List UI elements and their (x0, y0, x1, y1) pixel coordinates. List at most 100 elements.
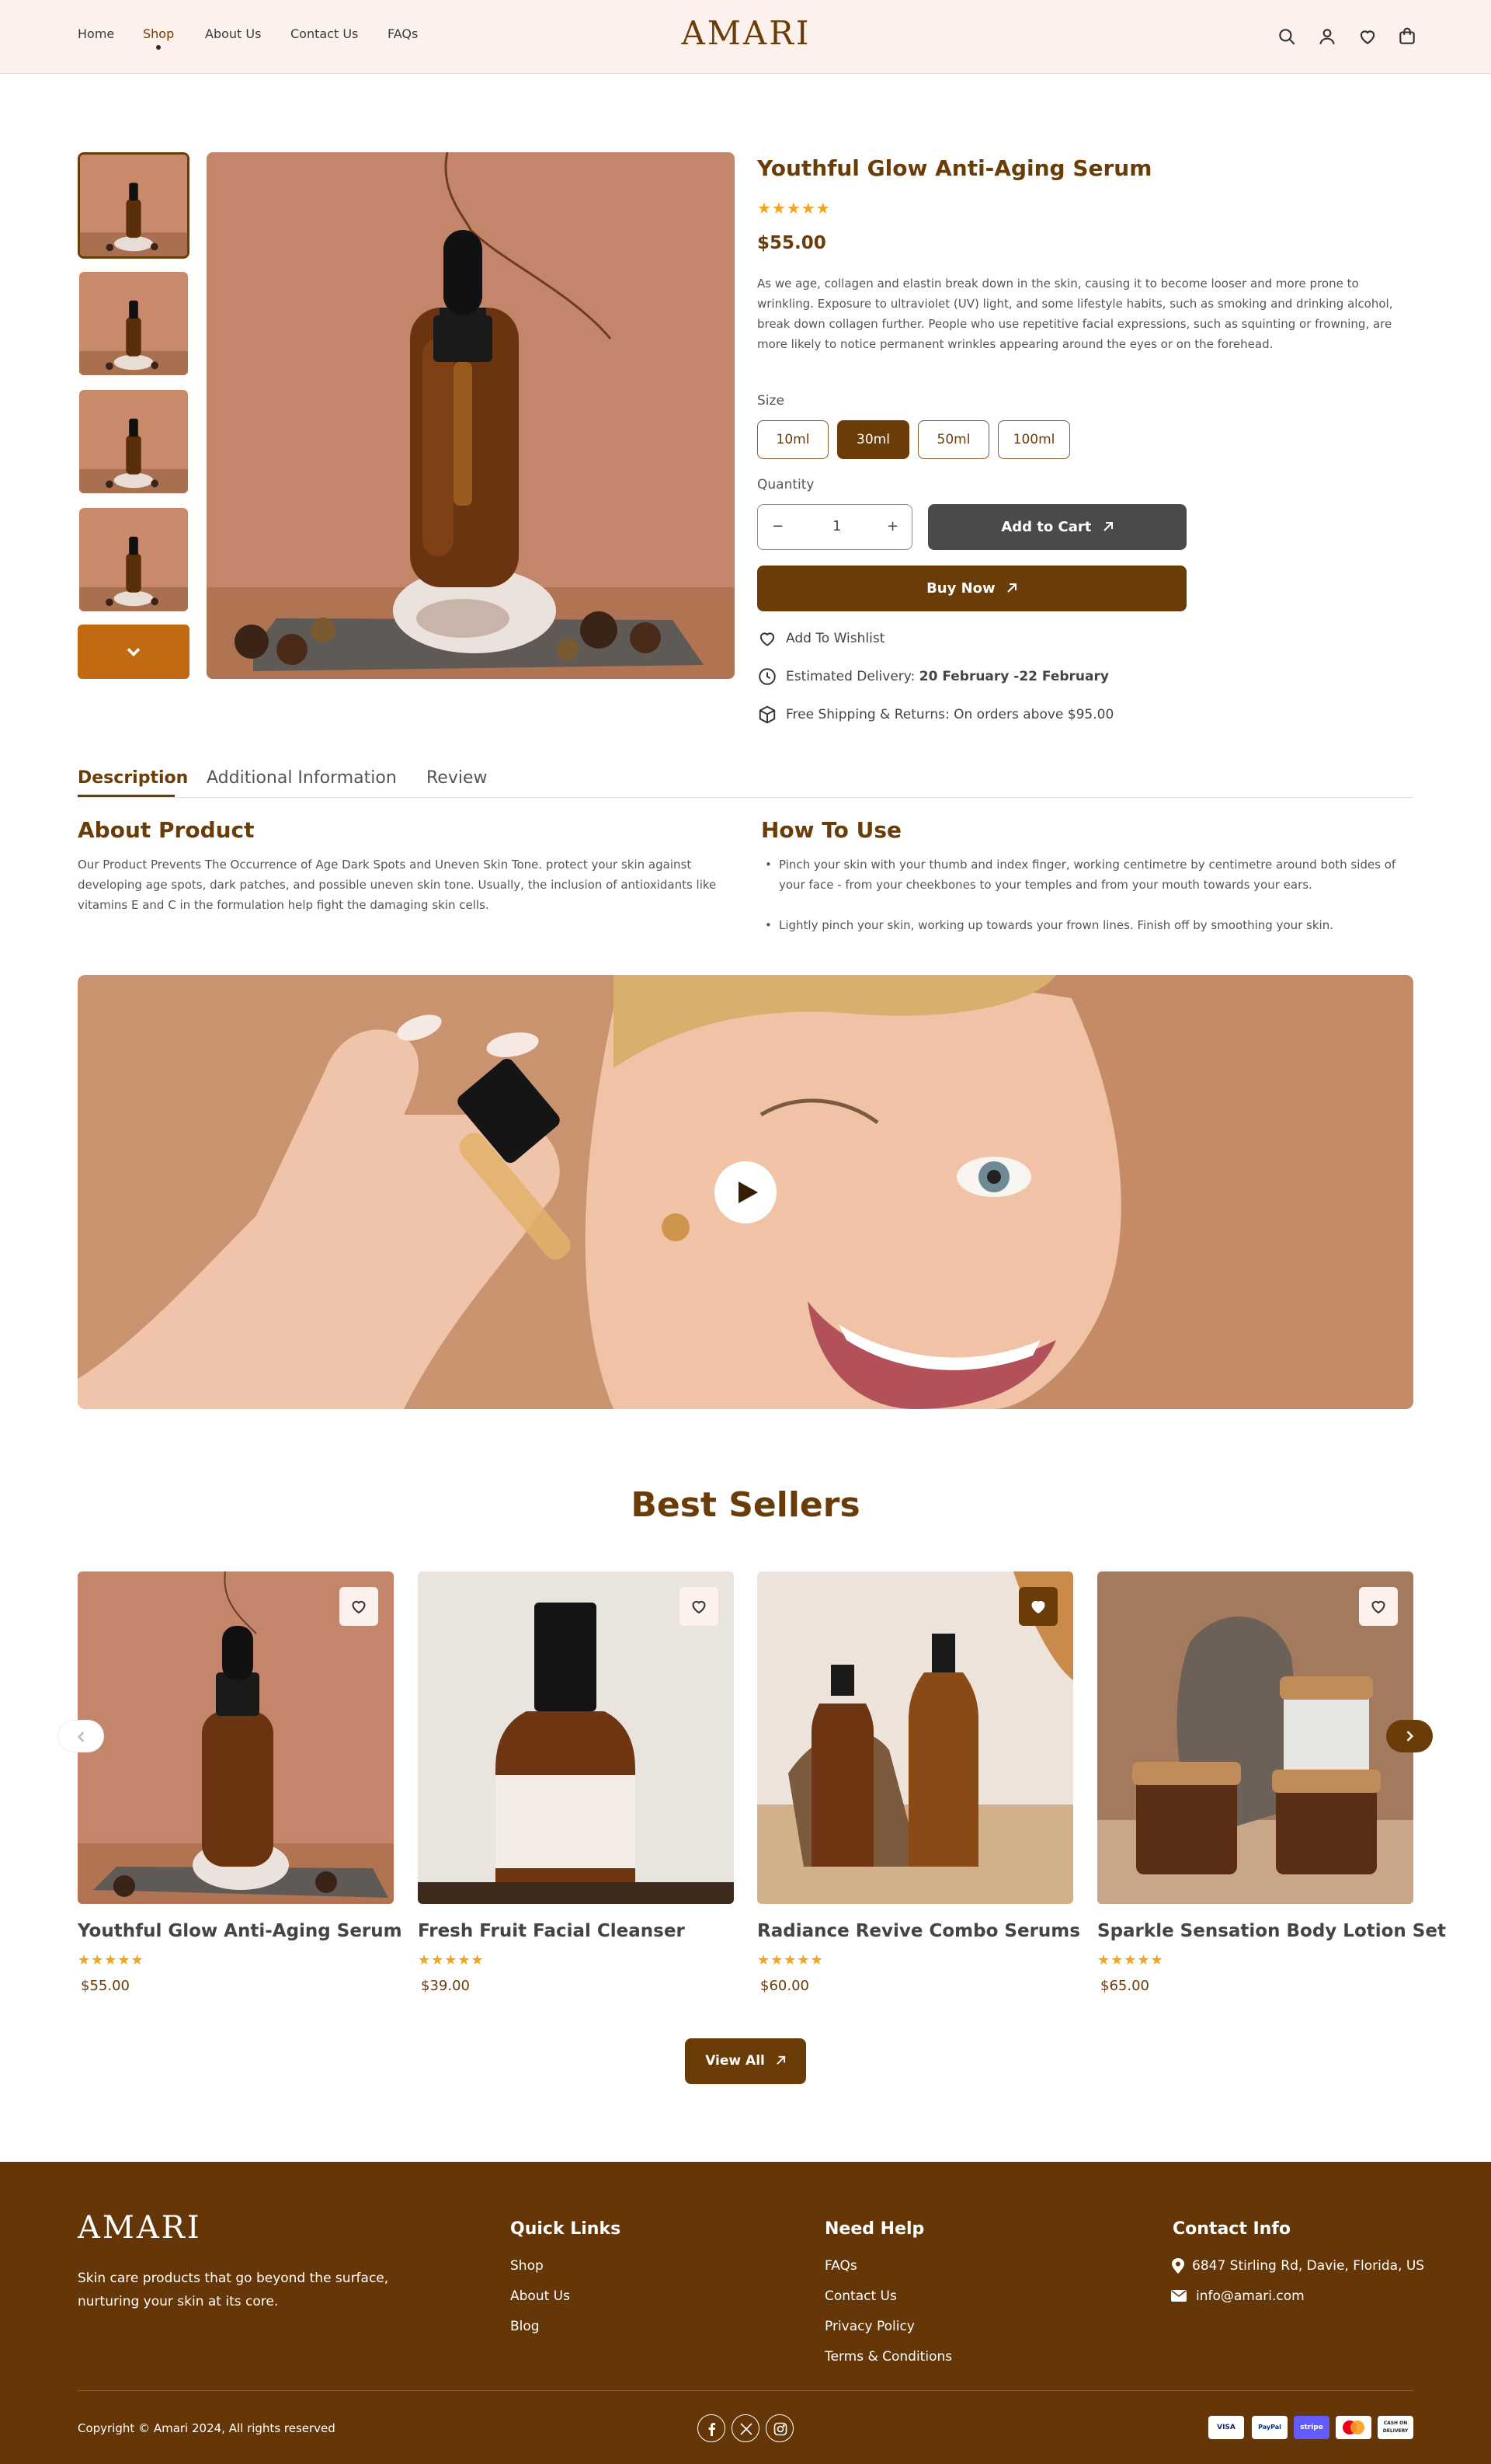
quantity-stepper: − 1 + (757, 504, 912, 550)
carousel-prev-button[interactable] (57, 1720, 104, 1752)
wishlist-button-active[interactable] (1019, 1587, 1058, 1626)
footer-link-about[interactable]: About Us (510, 2288, 570, 2304)
thumbnail-next-button[interactable] (78, 625, 189, 679)
arrow-up-right-icon (1007, 583, 1017, 593)
thumbnail-2[interactable] (78, 270, 189, 377)
site-logo[interactable]: AMARI (680, 14, 812, 52)
footer-link-shop[interactable]: Shop (510, 2258, 544, 2274)
view-all-button[interactable]: View All (685, 2038, 806, 2084)
tabs-divider (78, 797, 1413, 798)
buy-now-button[interactable]: Buy Now (757, 566, 1187, 611)
heart-filled-icon (1031, 1600, 1045, 1614)
active-nav-indicator (156, 45, 161, 50)
heart-icon[interactable] (1357, 26, 1378, 47)
footer-address: 6847 Stirling Rd, Davie, Florida, US (1192, 2258, 1425, 2274)
footer-link-contact[interactable]: Contact Us (825, 2288, 897, 2304)
facebook-icon[interactable] (697, 2414, 725, 2442)
nav-faqs[interactable]: FAQs (388, 26, 418, 41)
product-card-stars: ★★★★★ (418, 1952, 485, 1968)
footer-logo[interactable]: AMARI (78, 2210, 202, 2246)
size-option-10ml[interactable]: 10ml (757, 420, 829, 459)
product-card-title[interactable]: Youthful Glow Anti-Aging Serum (78, 1921, 402, 1941)
footer-link-privacy[interactable]: Privacy Policy (825, 2319, 915, 2334)
chevron-left-icon (77, 1731, 85, 1742)
wishlist-label: Add To Wishlist (786, 631, 885, 646)
quick-links-heading: Quick Links (510, 2219, 621, 2239)
nav-home[interactable]: Home (78, 26, 114, 41)
location-pin-icon (1172, 2258, 1184, 2274)
tab-description[interactable]: Description (78, 768, 188, 788)
quantity-value[interactable]: 1 (832, 518, 841, 534)
clock-icon (759, 668, 776, 685)
thumbnail-1[interactable] (78, 152, 189, 259)
product-card-title[interactable]: Fresh Fruit Facial Cleanser (418, 1921, 685, 1941)
quantity-decrement-button[interactable]: − (772, 518, 784, 534)
product-card-title[interactable]: Sparkle Sensation Body Lotion Set (1097, 1921, 1446, 1941)
how-to-use-step: • Lightly pinch your skin, working up to… (765, 915, 1409, 935)
wishlist-button[interactable] (339, 1587, 378, 1626)
shipping-text: Free Shipping & Returns: On orders above… (786, 707, 1114, 722)
footer-link-terms[interactable]: Terms & Conditions (825, 2349, 952, 2365)
footer-email[interactable]: info@amari.com (1196, 2288, 1305, 2304)
paypal-icon: PayPal (1252, 2416, 1288, 2439)
heart-icon (352, 1600, 366, 1614)
tab-review[interactable]: Review (426, 768, 488, 788)
stripe-icon: stripe (1294, 2416, 1329, 2439)
size-option-100ml[interactable]: 100ml (998, 420, 1070, 459)
product-main-image (207, 152, 735, 679)
chevron-right-icon (1406, 1731, 1414, 1742)
footer-link-faqs[interactable]: FAQs (825, 2258, 857, 2274)
footer-link-blog[interactable]: Blog (510, 2319, 540, 2334)
tab-additional-information[interactable]: Additional Information (207, 768, 397, 788)
view-all-label: View All (705, 2053, 765, 2069)
product-card-title[interactable]: Radiance Revive Combo Serums (757, 1921, 1080, 1941)
instagram-icon[interactable] (766, 2414, 794, 2442)
size-option-50ml[interactable]: 50ml (918, 420, 989, 459)
how-to-use-step: • Pinch your skin with your thumb and in… (765, 854, 1409, 895)
product-card-stars: ★★★★★ (1097, 1952, 1164, 1968)
wishlist-button[interactable] (1359, 1587, 1398, 1626)
delivery-dates: 20 February -22 February (919, 669, 1109, 684)
bullet: • (765, 918, 772, 932)
wishlist-button[interactable] (679, 1587, 718, 1626)
x-twitter-icon[interactable] (732, 2414, 759, 2442)
nav-shop[interactable]: Shop (143, 26, 174, 41)
thumbnail-4[interactable] (78, 506, 189, 613)
visa-icon: VISA (1208, 2416, 1244, 2439)
add-to-cart-label: Add to Cart (1001, 519, 1092, 535)
how-to-use-step-text: Lightly pinch your skin, working up towa… (779, 918, 1334, 932)
size-option-30ml[interactable]: 30ml (837, 420, 909, 459)
user-icon[interactable] (1317, 26, 1337, 47)
heart-icon (1371, 1600, 1385, 1614)
footer-divider (78, 2390, 1413, 2391)
copyright-text: Copyright © Amari 2024, All rights reser… (78, 2421, 335, 2435)
play-video-button[interactable] (714, 1161, 777, 1223)
quantity-label: Quantity (757, 477, 815, 492)
box-icon (759, 705, 776, 724)
cart-icon[interactable] (1397, 26, 1417, 47)
arrow-up-right-icon (1103, 522, 1113, 531)
search-icon[interactable] (1277, 26, 1297, 47)
nav-contact[interactable]: Contact Us (290, 26, 358, 41)
product-card-stars: ★★★★★ (757, 1952, 824, 1968)
product-card-price: $39.00 (421, 1978, 470, 1994)
add-to-cart-button[interactable]: Add to Cart (928, 504, 1187, 550)
heart-icon (759, 632, 775, 646)
buy-now-label: Buy Now (926, 580, 996, 597)
carousel-next-button[interactable] (1386, 1720, 1433, 1752)
quantity-increment-button[interactable]: + (887, 518, 898, 534)
size-label: Size (757, 393, 784, 409)
best-sellers-heading: Best Sellers (631, 1485, 860, 1525)
product-card-price: $60.00 (760, 1978, 809, 1994)
free-shipping-info: Free Shipping & Returns: On orders above… (757, 705, 1145, 726)
contact-info-heading: Contact Info (1173, 2219, 1291, 2239)
delivery-label: Estimated Delivery: (786, 669, 916, 684)
product-card-price: $65.00 (1100, 1978, 1149, 1994)
thumbnail-3[interactable] (78, 388, 189, 495)
cash-on-delivery-icon: CASH ON DELIVERY (1378, 2416, 1413, 2439)
how-to-use-step-text: Pinch your skin with your thumb and inde… (779, 858, 1396, 892)
product-rating-stars: ★★★★★ (757, 199, 831, 218)
about-product-heading: About Product (78, 817, 255, 843)
add-to-wishlist[interactable]: Add To Wishlist (757, 631, 1068, 649)
nav-about[interactable]: About Us (205, 26, 261, 41)
